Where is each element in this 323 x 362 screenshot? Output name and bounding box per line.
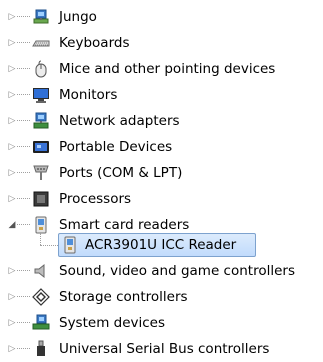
expand-arrow-icon[interactable]: ▷ [8,64,16,74]
tree-item-keyboards[interactable]: ▷ Keyboards [0,30,323,56]
expand-arrow-icon[interactable]: ▷ [8,344,16,354]
mouse-icon [32,60,50,78]
expand-arrow-icon[interactable]: ▷ [8,266,16,276]
tree-item-label: Mice and other pointing devices [59,61,276,77]
tree-item-label: Ports (COM & LPT) [59,165,183,181]
network-adapter-icon [32,112,50,130]
jungo-device-icon [32,8,50,26]
expand-arrow-icon[interactable]: ▷ [8,194,16,204]
tree-item-label: Sound, video and game controllers [59,263,295,279]
expand-arrow-icon[interactable]: ▷ [8,90,16,100]
smart-card-reader-icon [61,236,79,254]
collapse-arrow-icon[interactable]: ◢ [8,220,16,230]
tree-item-label: Universal Serial Bus controllers [59,341,270,357]
tree-item-jungo[interactable]: ▷ Jungo [0,4,323,30]
tree-item-label: Keyboards [59,35,130,51]
system-device-icon [32,314,50,332]
speaker-icon [32,262,50,280]
tree-item-label: Jungo [59,9,97,25]
tree-item-label: System devices [59,315,166,331]
tree-item-label: Storage controllers [59,289,188,305]
keyboard-icon [32,34,50,52]
tree-item-label: Portable Devices [59,139,173,155]
portable-device-icon [32,138,50,156]
expand-arrow-icon[interactable]: ▷ [8,142,16,152]
tree-item-acr3901u-icc-reader[interactable]: ACR3901U ICC Reader [0,232,323,258]
storage-controller-icon [32,288,50,306]
usb-icon [32,340,50,358]
tree-item-monitors[interactable]: ▷ Monitors [0,82,323,108]
tree-item-storage-controllers[interactable]: ▷ Storage controllers [0,284,323,310]
expand-arrow-icon[interactable]: ▷ [8,168,16,178]
port-icon [32,164,50,182]
expand-arrow-icon[interactable]: ▷ [8,318,16,328]
tree-item-system-devices[interactable]: ▷ System devices [0,310,323,336]
tree-item-ports[interactable]: ▷ Ports (COM & LPT) [0,160,323,186]
expand-arrow-icon[interactable]: ▷ [8,116,16,126]
expand-arrow-icon[interactable]: ▷ [8,292,16,302]
tree-item-mice[interactable]: ▷ Mice and other pointing devices [0,56,323,82]
expand-arrow-icon[interactable]: ▷ [8,12,16,22]
tree-item-label: Processors [59,191,132,207]
tree-item-sound-video-game[interactable]: ▷ Sound, video and game controllers [0,258,323,284]
expand-arrow-icon[interactable]: ▷ [8,38,16,48]
tree-item-portable-devices[interactable]: ▷ Portable Devices [0,134,323,160]
monitor-icon [32,86,50,104]
tree-item-usb-controllers[interactable]: ▷ Universal Serial Bus controllers [0,336,323,362]
tree-item-label: ACR3901U ICC Reader [85,237,237,253]
tree-item-label: Network adapters [59,113,180,129]
tree-item-label: Monitors [59,87,118,103]
device-tree: ▷ Jungo ▷ Keyboards ▷ Mice and other poi… [0,0,323,362]
tree-item-processors[interactable]: ▷ Processors [0,186,323,212]
tree-item-network-adapters[interactable]: ▷ Network adapters [0,108,323,134]
processor-icon [32,190,50,208]
